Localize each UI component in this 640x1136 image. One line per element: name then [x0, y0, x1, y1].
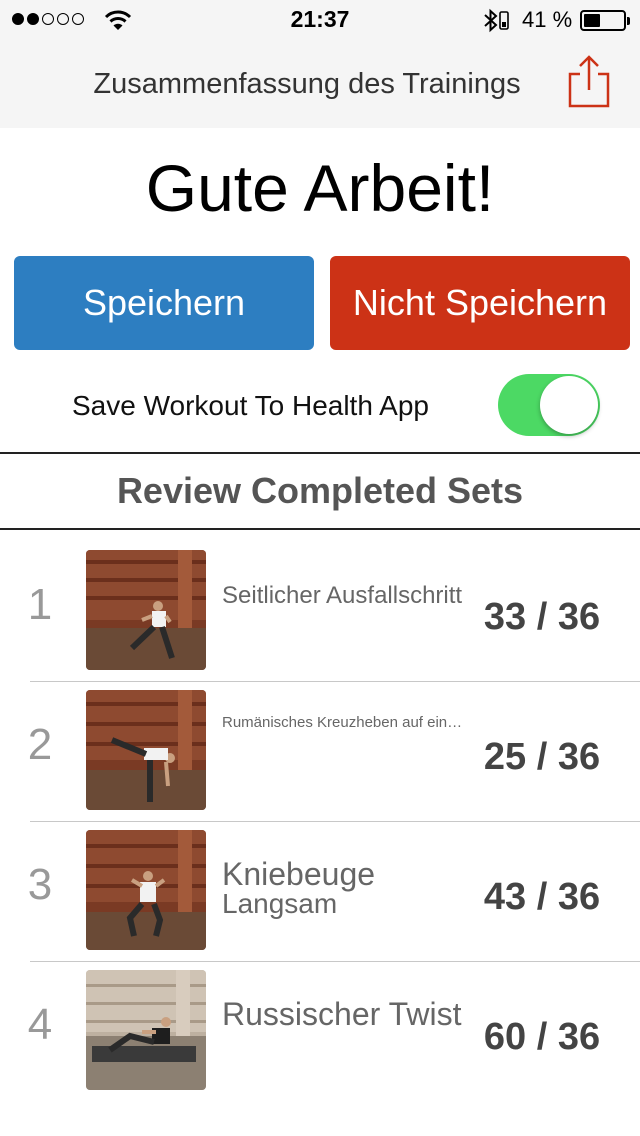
health-toggle-label: Save Workout To Health App	[72, 390, 429, 421]
set-count: 25 / 36	[483, 736, 601, 778]
share-button[interactable]	[566, 54, 612, 110]
set-index: 1	[27, 580, 53, 629]
exercise-thumbnail	[86, 970, 206, 1090]
health-toggle-switch[interactable]	[498, 374, 600, 436]
list-item[interactable]: 2 Rumänisches Kreuzheben auf ein… 25 / 3…	[0, 670, 640, 810]
nav-title: Zusammenfassung des Trainings	[93, 68, 521, 100]
exercise-thumbnail	[86, 550, 206, 670]
toggle-knob	[540, 376, 598, 434]
exercise-name: Rumänisches Kreuzheben auf ein…	[222, 714, 463, 731]
set-count: 43 / 36	[483, 876, 601, 918]
share-icon	[568, 55, 610, 108]
page-title: Gute Arbeit!	[145, 151, 495, 225]
set-count: 60 / 36	[483, 1016, 601, 1058]
battery-percentage: 41 %	[522, 7, 573, 32]
battery-icon	[580, 10, 630, 31]
list-item[interactable]: 3 Kniebeuge Langsam 43 / 36	[0, 810, 640, 950]
list-item[interactable]: 1 Seitlicher Ausfallschritt 33 / 36	[0, 530, 640, 670]
list-item[interactable]: 4 Russischer Twist 60 / 36	[0, 950, 640, 1090]
status-bar: 21:37 41 %	[0, 0, 640, 40]
set-count: 33 / 36	[483, 596, 601, 638]
bluetooth-icon	[484, 8, 509, 33]
set-index: 2	[27, 720, 53, 769]
dont-save-button[interactable]: Nicht Speichern	[330, 256, 630, 350]
exercise-variant: Langsam	[222, 888, 338, 919]
exercise-name: Seitlicher Ausfallschritt	[222, 582, 463, 609]
set-index: 4	[27, 1000, 53, 1049]
set-index: 3	[27, 860, 53, 909]
divider	[0, 452, 640, 454]
exercise-thumbnail	[86, 830, 206, 950]
save-button[interactable]: Speichern	[14, 256, 314, 350]
exercise-name: Russischer Twist	[222, 996, 462, 1032]
battery-level-fill	[584, 14, 600, 27]
exercise-thumbnail	[86, 690, 206, 810]
navigation-bar: Zusammenfassung des Trainings	[0, 40, 640, 128]
section-title: Review Completed Sets	[116, 470, 524, 511]
